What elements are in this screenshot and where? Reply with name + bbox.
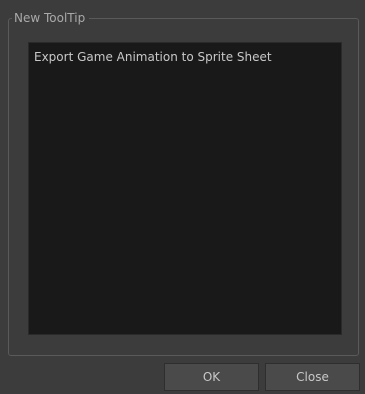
ok-button[interactable]: OK xyxy=(164,363,259,391)
new-tooltip-dialog: New ToolTip Export Game Animation to Spr… xyxy=(0,0,365,394)
groupbox-title: New ToolTip xyxy=(12,10,90,26)
tooltip-text-area[interactable]: Export Game Animation to Sprite Sheet xyxy=(28,42,342,335)
close-button[interactable]: Close xyxy=(265,363,360,391)
